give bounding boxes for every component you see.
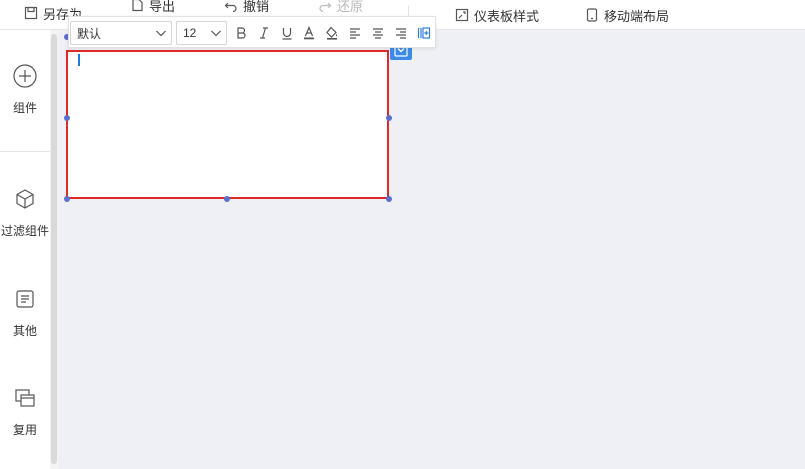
font-color-icon — [304, 26, 314, 40]
sidebar-item-label: 组件 — [12, 101, 37, 115]
cube-icon — [16, 189, 34, 209]
sidebar-divider — [0, 151, 50, 152]
left-panel: 组件 过滤组件 其他 复用 — [0, 30, 50, 469]
mobile-layout-label: 移动端布局 — [604, 8, 670, 24]
resize-handle-left[interactable] — [64, 115, 70, 121]
italic-button[interactable] — [256, 25, 272, 41]
bold-button[interactable] — [233, 25, 249, 41]
resize-handle-bottom[interactable] — [224, 196, 230, 202]
sidebar-item-label: 过滤组件 — [0, 224, 49, 238]
font-family-value: 默认 — [77, 26, 102, 41]
undo-icon — [224, 2, 237, 12]
sidebar-item-label: 复用 — [12, 423, 37, 437]
text-widget[interactable] — [66, 50, 389, 199]
align-center-button[interactable] — [370, 25, 386, 41]
sidebar-item-filter-components[interactable]: 过滤组件 — [0, 188, 50, 239]
chevron-down-icon — [156, 30, 166, 37]
font-size-value: 12 — [183, 26, 197, 40]
font-size-select[interactable]: 12 — [176, 21, 227, 45]
resize-handle-bottom-right[interactable] — [386, 196, 392, 202]
insert-parameter-icon — [417, 27, 431, 39]
export-button[interactable]: 导出 — [130, 0, 175, 16]
dashboard-style-button[interactable]: 仪表板样式 — [455, 4, 539, 26]
align-right-button[interactable] — [393, 25, 409, 41]
undo-label: 撤销 — [243, 0, 270, 14]
left-panel-scrollbar[interactable] — [50, 30, 58, 469]
font-family-select[interactable]: 默认 — [70, 21, 172, 45]
align-right-icon — [396, 28, 406, 39]
mobile-icon — [586, 8, 598, 22]
chevron-down-icon — [211, 30, 221, 37]
italic-icon — [260, 27, 268, 39]
undo-button[interactable]: 撤销 — [224, 0, 269, 16]
dashboard-style-label: 仪表板样式 — [474, 8, 540, 24]
text-format-toolbar: 默认 12 — [68, 16, 436, 48]
text-caret — [78, 54, 80, 66]
underline-icon — [282, 28, 292, 40]
underline-button[interactable] — [279, 25, 295, 41]
scrollbar-thumb[interactable] — [51, 34, 57, 464]
redo-label: 还原 — [337, 0, 364, 14]
align-left-button[interactable] — [347, 25, 363, 41]
export-icon — [132, 0, 143, 12]
sidebar-item-reuse[interactable]: 复用 — [0, 387, 50, 438]
sidebar-item-label: 其他 — [12, 324, 37, 338]
sidebar-item-components[interactable]: 组件 — [0, 63, 50, 116]
insert-param-button[interactable] — [416, 25, 432, 41]
document-list-icon — [16, 290, 34, 308]
bold-icon — [237, 27, 246, 39]
font-color-button[interactable] — [301, 25, 317, 41]
resize-handle-bottom-left[interactable] — [64, 196, 70, 202]
redo-button[interactable]: 还原 — [318, 0, 363, 16]
add-circle-icon — [13, 64, 37, 88]
mobile-layout-button[interactable]: 移动端布局 — [585, 4, 669, 26]
paint-bucket-icon — [326, 26, 338, 40]
align-left-icon — [350, 28, 360, 39]
resize-handle-right[interactable] — [386, 115, 392, 121]
fill-color-button[interactable] — [324, 25, 340, 41]
save-icon — [24, 6, 38, 20]
redo-icon — [319, 2, 332, 12]
export-label: 导出 — [149, 0, 176, 14]
reuse-windows-icon — [15, 389, 35, 407]
dashboard-style-icon — [455, 8, 469, 22]
align-center-icon — [373, 28, 383, 39]
sidebar-item-other[interactable]: 其他 — [0, 288, 50, 339]
